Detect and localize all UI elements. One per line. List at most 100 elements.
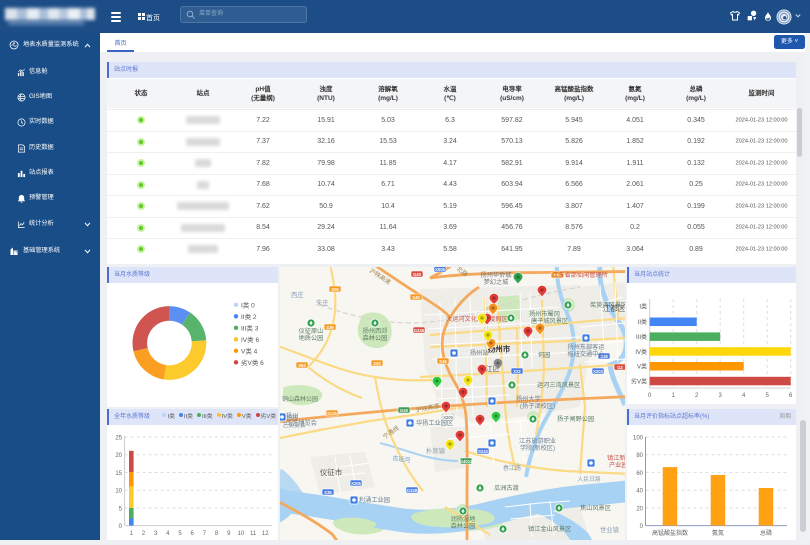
svg-text:1: 1: [672, 393, 676, 399]
svg-text:G346: G346: [414, 328, 425, 333]
svg-text:华扬工业园区: 华扬工业园区: [416, 419, 453, 427]
svg-text:利涌工业园: 利涌工业园: [359, 496, 390, 504]
svg-text:润扬湿地: 润扬湿地: [451, 515, 476, 523]
svg-text:江都区: 江都区: [603, 304, 625, 313]
svg-text:S125: S125: [327, 411, 337, 416]
svg-text:G4011: G4011: [460, 459, 473, 464]
svg-text:森林公园: 森林公园: [451, 522, 476, 530]
svg-text:III类 3: III类 3: [241, 324, 259, 333]
svg-text:高锰酸盐指数: 高锰酸盐指数: [652, 529, 688, 537]
svg-text:焦山风景区: 焦山风景区: [580, 504, 611, 512]
svg-text:X205: X205: [351, 481, 361, 486]
svg-text:S63: S63: [373, 361, 381, 366]
svg-text:扬州西郊: 扬州西郊: [363, 327, 388, 335]
svg-text:学院(新校区): 学院(新校区): [520, 444, 555, 452]
svg-text:(扬子津校区): (扬子津校区): [520, 402, 555, 410]
svg-text:何园: 何园: [538, 351, 550, 359]
svg-text:扬子闸野公园: 扬子闸野公园: [557, 415, 594, 423]
svg-text:铜山森林公园: 铜山森林公园: [282, 395, 318, 403]
svg-text:IV类 6: IV类 6: [241, 335, 259, 344]
svg-text:产业园区: 产业园区: [609, 461, 625, 469]
svg-text:8: 8: [215, 531, 219, 537]
svg-text:4: 4: [166, 531, 170, 537]
svg-text:6: 6: [789, 393, 793, 399]
svg-text:江苏旅游职业: 江苏旅游职业: [519, 437, 556, 445]
svg-text:1: 1: [130, 531, 134, 537]
svg-text:20: 20: [115, 453, 122, 459]
svg-text:仪征市: 仪征市: [320, 467, 343, 477]
svg-text:G40: G40: [400, 408, 409, 413]
svg-text:II类 2: II类 2: [241, 312, 257, 321]
svg-text:100: 100: [633, 436, 644, 442]
svg-text:III类: III类: [636, 333, 647, 341]
svg-text:瓜洲古渡: 瓜洲古渡: [494, 484, 519, 492]
svg-text:5: 5: [766, 393, 770, 399]
svg-text:西庄: 西庄: [291, 290, 304, 299]
svg-text:G40: G40: [413, 272, 422, 277]
svg-text:10: 10: [238, 531, 245, 537]
svg-text:S49: S49: [439, 359, 447, 364]
svg-text:扬州: 扬州: [286, 414, 298, 422]
svg-text:镇江金山风景区: 镇江金山风景区: [528, 525, 571, 533]
svg-text:15: 15: [115, 471, 122, 477]
svg-text:总磷: 总磷: [760, 529, 772, 537]
svg-text:扬州华侨城: 扬州华侨城: [481, 271, 512, 279]
svg-text:艺美览会: 艺美览会: [282, 421, 305, 429]
svg-text:0: 0: [119, 524, 123, 530]
svg-text:世业镇: 世业镇: [600, 525, 620, 534]
svg-text:朱庄: 朱庄: [316, 298, 329, 307]
svg-text:仪征原山: 仪征原山: [299, 327, 324, 335]
svg-text:S243: S243: [478, 449, 488, 454]
svg-text:扬州站: 扬州站: [470, 349, 489, 357]
svg-text:G328: G328: [407, 488, 418, 493]
svg-text:3: 3: [719, 393, 723, 399]
svg-text:11: 11: [250, 531, 257, 537]
svg-text:劣V类 6: 劣V类 6: [241, 358, 264, 367]
svg-text:S49: S49: [412, 295, 420, 300]
svg-text:X203: X203: [593, 369, 603, 374]
svg-text:V类: V类: [637, 363, 647, 371]
svg-text:地质公园: 地质公园: [299, 334, 324, 342]
svg-text:梦幻之城: 梦幻之城: [484, 278, 509, 286]
svg-text:IV类: IV类: [635, 348, 647, 356]
svg-text:江苏省邵仙闲管理所: 江苏省邵仙闲管理所: [552, 271, 608, 279]
svg-text:25: 25: [115, 435, 122, 441]
svg-text:大运河文化旅游度假区: 大运河文化旅游度假区: [446, 315, 508, 323]
svg-text:V类 4: V类 4: [241, 347, 258, 356]
svg-text:80: 80: [636, 453, 643, 459]
svg-text:I类 0: I类 0: [241, 301, 255, 310]
svg-text:扬州东部客运: 扬州东部客运: [567, 343, 604, 351]
svg-text:6: 6: [191, 531, 195, 537]
svg-text:I类: I类: [639, 303, 647, 311]
svg-text:朴席镇: 朴席镇: [426, 446, 446, 455]
svg-text:II类: II类: [638, 318, 647, 326]
svg-text:60: 60: [636, 471, 643, 477]
svg-text:X22: X22: [513, 369, 521, 374]
svg-text:2: 2: [142, 531, 146, 537]
svg-text:镇江新区: 镇江新区: [607, 454, 625, 462]
svg-text:0: 0: [640, 524, 644, 530]
svg-text:春江路: 春江路: [503, 464, 521, 472]
svg-text:S63: S63: [298, 363, 306, 368]
svg-text:9: 9: [227, 531, 231, 537]
svg-text:7: 7: [203, 531, 207, 537]
svg-text:扬州市蜀冈: 扬州市蜀冈: [529, 310, 560, 318]
svg-text:唐子城风景区: 唐子城风景区: [531, 317, 568, 325]
svg-text:10: 10: [115, 489, 122, 495]
svg-text:劣V类: 劣V类: [631, 378, 647, 386]
svg-text:S39: S39: [326, 325, 334, 330]
svg-text:G2: G2: [617, 365, 623, 370]
svg-text:12: 12: [262, 531, 269, 537]
svg-text:20: 20: [636, 506, 643, 512]
svg-text:运河三湾风景区: 运河三湾风景区: [537, 381, 580, 389]
svg-text:5: 5: [178, 531, 182, 537]
svg-text:40: 40: [636, 489, 643, 495]
svg-text:扬州大学: 扬州大学: [516, 395, 541, 403]
svg-text:氨氮: 氨氮: [712, 529, 724, 537]
svg-text:X006: X006: [435, 267, 445, 272]
svg-text:3: 3: [154, 531, 158, 537]
svg-text:S05: S05: [331, 287, 339, 292]
svg-text:森林公园: 森林公园: [363, 334, 388, 342]
svg-text:5: 5: [119, 506, 123, 512]
svg-text:0: 0: [648, 393, 652, 399]
